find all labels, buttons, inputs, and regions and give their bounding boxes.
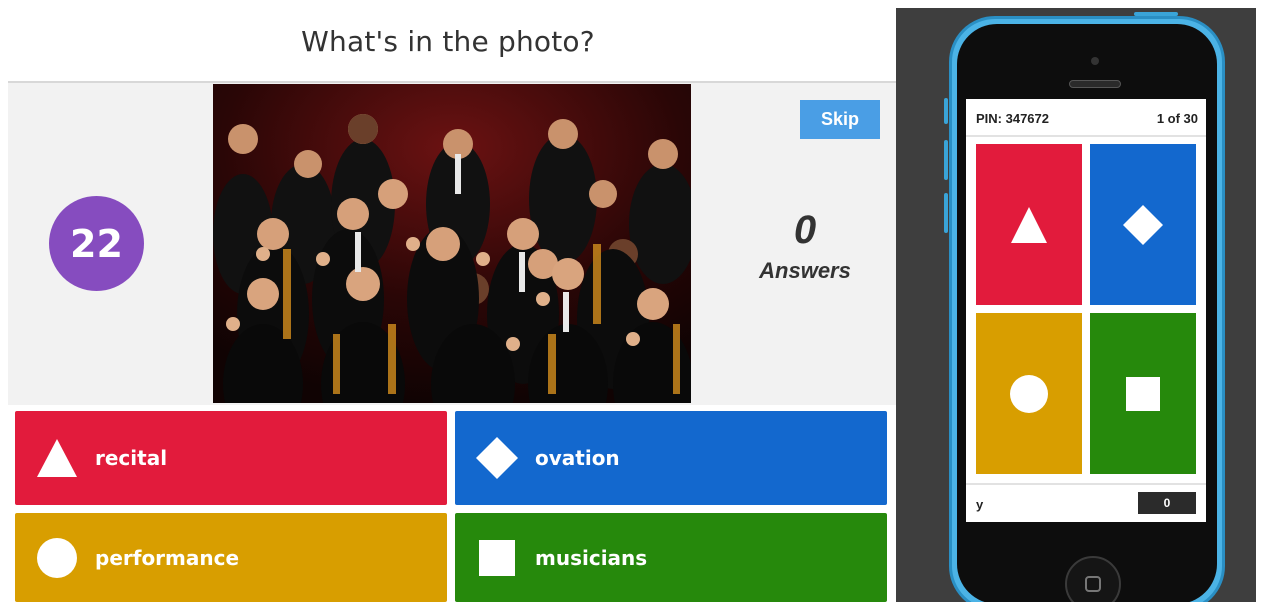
pin-bar: PIN: 347672 1 of 30 — [966, 99, 1206, 137]
power-button — [1134, 12, 1178, 16]
speaker-grille — [1069, 80, 1121, 88]
answer-label: recital — [95, 446, 168, 470]
question-header: What's in the photo? — [0, 0, 896, 82]
phone-answer-diamond[interactable] — [1090, 144, 1196, 305]
volume-down-button — [944, 193, 948, 233]
question-photo — [213, 84, 691, 403]
phone-answer-square[interactable] — [1090, 313, 1196, 474]
answers-count: 0 — [793, 208, 817, 252]
player-bar: y 0 — [966, 483, 1206, 522]
diamond-icon — [476, 437, 518, 479]
triangle-icon — [1011, 206, 1047, 243]
player-nickname: y — [976, 497, 984, 512]
triangle-icon — [37, 439, 77, 477]
question-progress: 1 of 30 — [1156, 111, 1198, 126]
question-title: What's in the photo? — [301, 24, 595, 58]
circle-icon — [37, 537, 77, 578]
phone-screen: PIN: 347672 1 of 30 y 0 — [966, 99, 1206, 522]
game-pin: PIN: 347672 — [976, 111, 1049, 126]
player-score: 0 — [1138, 492, 1196, 514]
home-button[interactable] — [1065, 556, 1121, 602]
answer-option-ovation[interactable]: ovation — [455, 411, 887, 505]
host-screen: What's in the photo? 22 Skip 0 Answers r… — [0, 0, 896, 602]
square-icon — [1126, 376, 1160, 411]
phone-answer-circle[interactable] — [976, 313, 1082, 474]
diamond-icon — [1123, 204, 1163, 245]
home-button-icon — [1085, 576, 1101, 592]
answer-option-performance[interactable]: performance — [15, 513, 447, 602]
mute-switch — [944, 98, 948, 124]
answer-label: musicians — [535, 545, 648, 570]
countdown-timer: 22 — [49, 196, 144, 291]
answer-option-recital[interactable]: recital — [15, 411, 447, 505]
phone-answer-triangle[interactable] — [976, 144, 1082, 305]
camera-icon — [1091, 57, 1099, 65]
square-icon — [479, 539, 515, 576]
answer-label: performance — [95, 545, 240, 570]
answer-option-musicians[interactable]: musicians — [455, 513, 887, 602]
answers-label: Answers — [759, 258, 851, 283]
skip-button[interactable]: Skip — [800, 100, 880, 139]
circle-icon — [1010, 374, 1048, 413]
choir-photo-illustration — [213, 84, 691, 403]
answer-label: ovation — [535, 446, 620, 470]
volume-up-button — [944, 140, 948, 180]
